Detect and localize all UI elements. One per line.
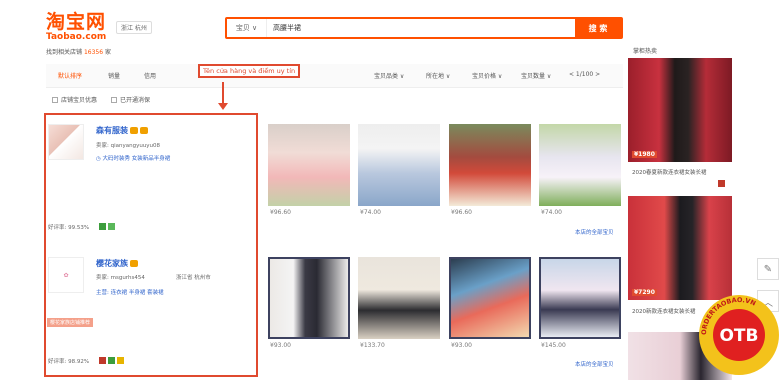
product-thumbnail[interactable] xyxy=(268,124,350,206)
ad-caption[interactable]: 2020春夏新款连衣裙女装长裙 xyxy=(632,168,707,176)
checkbox-box[interactable] xyxy=(111,97,118,103)
view-all-products-link[interactable]: 本店的全部宝贝 xyxy=(575,360,614,368)
tab-credit[interactable]: 信用 xyxy=(144,71,156,80)
view-all-products-link[interactable]: 本店的全部宝贝 xyxy=(575,228,614,236)
product-thumbnail[interactable] xyxy=(358,124,440,206)
annotation-label: Tên cửa hàng và điểm uy tín xyxy=(198,64,301,78)
tab-sales[interactable]: 销量 xyxy=(108,71,120,80)
product-price: ¥74.00 xyxy=(541,209,562,216)
product-thumbnail[interactable] xyxy=(449,124,531,206)
ad-price: ¥7290 xyxy=(632,289,657,296)
product-price: ¥96.60 xyxy=(451,209,472,216)
search-type-select[interactable]: 宝贝 ∨ xyxy=(227,19,267,37)
product-thumbnail[interactable] xyxy=(268,257,350,339)
product-thumbnail[interactable] xyxy=(358,257,440,339)
filter-price[interactable]: 宝贝价格 ∨ xyxy=(472,71,502,80)
logo-chinese: 淘宝网 xyxy=(46,11,107,33)
tab-default[interactable]: 默认排序 xyxy=(58,71,82,80)
product-price: ¥96.60 xyxy=(270,209,291,216)
region-selector[interactable]: 浙江 杭州 xyxy=(116,21,152,34)
filter-quantity[interactable]: 宝贝数量 ∨ xyxy=(521,71,551,80)
search-input[interactable] xyxy=(267,19,575,37)
checkbox-guarantee-label: 已开通消保 xyxy=(120,97,151,104)
product-price: ¥93.00 xyxy=(451,342,472,349)
checkbox-guarantee[interactable]: 已开通消保 xyxy=(111,95,150,104)
product-price: ¥145.00 xyxy=(541,342,566,349)
product-price: ¥93.00 xyxy=(270,342,291,349)
otb-watermark-logo: ORDERTAOBAO.VN OTB xyxy=(699,295,779,375)
product-price: ¥74.00 xyxy=(360,209,381,216)
pencil-icon[interactable]: ✎ xyxy=(757,258,779,280)
annotation-arrow-line xyxy=(222,82,224,105)
annotation-arrow-icon xyxy=(218,103,228,110)
product-price: ¥133.70 xyxy=(360,342,385,349)
ad-banner[interactable] xyxy=(628,196,732,300)
result-count-prefix: 找到相关店铺 xyxy=(46,49,83,56)
result-count: 找到相关店铺 16356 家 xyxy=(46,47,111,56)
tmall-icon xyxy=(718,180,725,187)
checkbox-promo-label: 店铺宝贝优惠 xyxy=(61,97,98,104)
product-thumbnail[interactable] xyxy=(539,257,621,339)
filter-checkboxes: 店铺宝贝优惠 已开通消保 xyxy=(52,95,150,104)
annotation-highlight-box xyxy=(44,113,258,377)
hot-sale-title: 掌柜热卖 xyxy=(633,48,658,55)
filter-location[interactable]: 所在地 ∨ xyxy=(426,71,450,80)
result-count-number: 16356 xyxy=(83,49,104,56)
sort-bar: 默认排序 销量 信用 宝贝品类 ∨ 所在地 ∨ 宝贝价格 ∨ 宝贝数量 ∨ < … xyxy=(46,64,623,88)
filter-category[interactable]: 宝贝品类 ∨ xyxy=(374,71,404,80)
checkbox-promo[interactable]: 店铺宝贝优惠 xyxy=(52,95,97,104)
checkbox-box[interactable] xyxy=(52,97,58,103)
ad-banner[interactable] xyxy=(628,58,732,162)
watermark-text: OTB xyxy=(719,326,758,346)
product-thumbnail[interactable] xyxy=(449,257,531,339)
taobao-logo[interactable]: 淘宝网 Taobao.com xyxy=(46,12,106,42)
result-count-suffix: 家 xyxy=(104,49,111,56)
ad-caption[interactable]: 2020新款连衣裙女装长裙 xyxy=(632,307,696,315)
product-thumbnail[interactable] xyxy=(539,124,621,206)
search-button[interactable]: 搜 索 xyxy=(575,19,621,37)
logo-english: Taobao.com xyxy=(46,32,107,42)
ad-price: ¥1980 xyxy=(632,151,657,158)
pager[interactable]: < 1/100 > xyxy=(569,71,600,78)
page: 淘宝网 Taobao.com 浙江 杭州 宝贝 ∨ 搜 索 找到相关店铺 163… xyxy=(0,0,784,380)
search-bar: 宝贝 ∨ 搜 索 xyxy=(225,17,623,39)
